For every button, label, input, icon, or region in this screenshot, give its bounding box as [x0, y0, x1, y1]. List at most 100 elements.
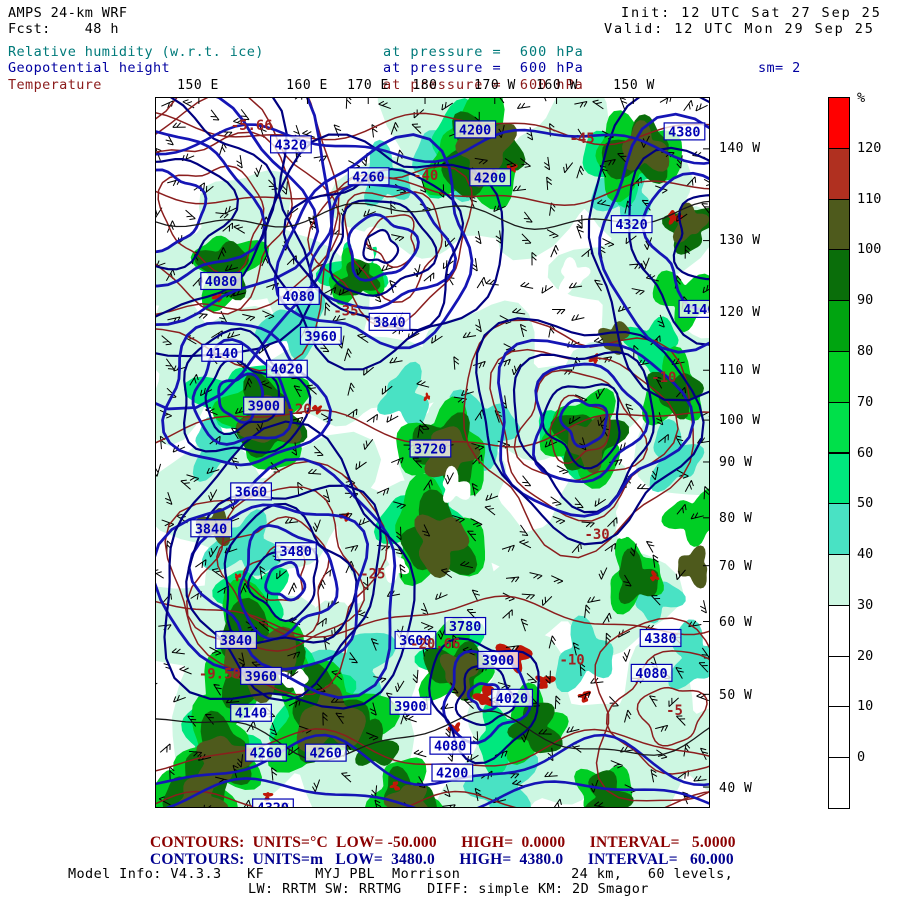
height-contour-label: 4320: [271, 136, 312, 153]
forecast-hour: Fcst: 48 h: [8, 21, 119, 37]
svg-text:4140: 4140: [206, 347, 238, 362]
colorbar-segment: [828, 97, 850, 149]
height-contour-label: 4380: [640, 630, 681, 647]
height-contour-label: 3840: [369, 313, 410, 330]
svg-text:-25: -25: [360, 567, 385, 583]
colorbar-segment: [828, 402, 850, 454]
height-contour-label: 4080: [279, 287, 320, 304]
svg-text:4260: 4260: [250, 747, 282, 762]
svg-text:4020: 4020: [496, 692, 528, 707]
svg-text:-20.66: -20.66: [410, 636, 460, 652]
svg-text:-5.66: -5.66: [231, 118, 273, 134]
colorbar-segment: [828, 656, 850, 708]
svg-text:4320: 4320: [257, 801, 289, 807]
svg-text:-35: -35: [333, 303, 358, 319]
height-contour-label: 4260: [305, 744, 346, 761]
height-contour-label: 4080: [631, 664, 672, 681]
right-axis-label: 110 W: [719, 363, 761, 378]
contour-info-temperature: CONTOURS: UNITS=°C LOW= -50.000 HIGH= 0.…: [150, 834, 736, 852]
right-axis-label: 40 W: [719, 781, 752, 796]
svg-text:3480: 3480: [280, 545, 312, 560]
height-contour-label: 3900: [478, 651, 519, 668]
init-time: Init: 12 UTC Sat 27 Sep 25: [621, 5, 882, 21]
field-level-hgt: at pressure = 600 hPa: [383, 60, 584, 76]
svg-text:4080: 4080: [283, 290, 315, 305]
svg-text:4200: 4200: [436, 767, 468, 782]
height-contour-label: 4140: [202, 344, 243, 361]
svg-text:-10: -10: [560, 652, 585, 668]
model-info-line2: LW: RRTM SW: RRTMG DIFF: simple KM: 2D S…: [248, 881, 649, 897]
amps-wrf-plot-page: AMPS 24-km WRF Fcst: 48 h Init: 12 UTC S…: [0, 0, 900, 900]
right-axis-label: 140 W: [719, 141, 761, 156]
forecast-map: 4320 4260 4200 4380 4200 4320 4140 4080 4080 3960…: [155, 97, 710, 808]
svg-text:-45: -45: [570, 131, 595, 147]
svg-text:4260: 4260: [352, 170, 384, 185]
top-axis-label: 150 W: [613, 78, 655, 93]
height-contour-label: 4140: [231, 704, 272, 721]
right-axis-label: 90 W: [719, 455, 752, 470]
height-contour-label: 3960: [300, 327, 341, 344]
forecast-map-canvas: 4320 4260 4200 4380 4200 4320 4140 4080 4080 3960…: [156, 98, 709, 807]
colorbar-tick-label: 30: [857, 597, 873, 613]
height-contour-label: 4320: [253, 799, 294, 807]
height-contour-label: 4140: [679, 300, 709, 317]
colorbar-tick-label: 60: [857, 445, 873, 461]
svg-text:4260: 4260: [309, 747, 341, 762]
height-contour-label: 3960: [241, 667, 282, 684]
right-axis-label: 50 W: [719, 688, 752, 703]
top-axis-label: 180: [413, 78, 438, 93]
svg-text:-20: -20: [287, 402, 312, 418]
colorbar-segment: [828, 503, 850, 555]
colorbar-segment: [828, 351, 850, 403]
right-axis-label: 120 W: [719, 305, 761, 320]
height-contour-label: 4320: [611, 216, 652, 233]
svg-text:3840: 3840: [220, 634, 252, 649]
humidity-colorbar: [828, 97, 850, 808]
svg-text:3840: 3840: [373, 316, 405, 331]
valid-time: Valid: 12 UTC Mon 29 Sep 25: [604, 21, 875, 37]
height-contour-label: 3900: [244, 397, 285, 414]
colorbar-segment: [828, 605, 850, 657]
height-contour-label: 4200: [432, 764, 473, 781]
svg-text:4140: 4140: [683, 303, 709, 318]
colorbar-tick-label: 120: [857, 140, 881, 156]
colorbar-tick-label: 70: [857, 394, 873, 410]
top-axis-label: 160 E: [286, 78, 328, 93]
svg-text:3900: 3900: [248, 400, 280, 415]
height-contour-label: 4200: [455, 121, 496, 138]
height-contour-label: 3720: [410, 440, 451, 457]
height-contour-label: 4020: [492, 689, 533, 706]
svg-text:4140: 4140: [235, 707, 267, 722]
colorbar-tick-label: 110: [857, 191, 881, 207]
svg-text:3960: 3960: [304, 330, 336, 345]
field-label-rh: Relative humidity (w.r.t. ice): [8, 44, 264, 60]
height-contour-label: 3900: [390, 697, 431, 714]
colorbar-segment: [828, 706, 850, 758]
svg-text:4380: 4380: [668, 125, 700, 140]
field-label-hgt: Geopotential height: [8, 60, 170, 76]
field-label-temp: Temperature: [8, 77, 102, 93]
svg-text:3780: 3780: [449, 620, 481, 635]
svg-text:4080: 4080: [205, 275, 237, 290]
colorbar-tick-label: 40: [857, 546, 873, 562]
svg-text:3960: 3960: [245, 670, 277, 685]
smoothing-label: sm= 2: [758, 60, 801, 76]
height-contour-label: 4080: [430, 737, 471, 754]
colorbar-tick-label: 0: [857, 749, 865, 765]
svg-text:4320: 4320: [275, 138, 307, 153]
svg-text:3660: 3660: [235, 485, 267, 500]
height-contour-label: 3840: [216, 631, 257, 648]
right-axis-label: 130 W: [719, 233, 761, 248]
svg-text:-5: -5: [666, 703, 683, 719]
right-axis-label: 70 W: [719, 559, 752, 574]
svg-text:4380: 4380: [644, 632, 676, 647]
right-axis-label: 80 W: [719, 511, 752, 526]
height-contour-label: 4380: [664, 123, 705, 140]
svg-text:-40: -40: [413, 168, 438, 184]
svg-text:4200: 4200: [459, 123, 491, 138]
colorbar-tick-label: 20: [857, 648, 873, 664]
colorbar-segment: [828, 757, 850, 809]
colorbar-segment: [828, 249, 850, 301]
height-contour-label: 4200: [470, 169, 511, 186]
svg-text:-9.58: -9.58: [199, 666, 241, 682]
